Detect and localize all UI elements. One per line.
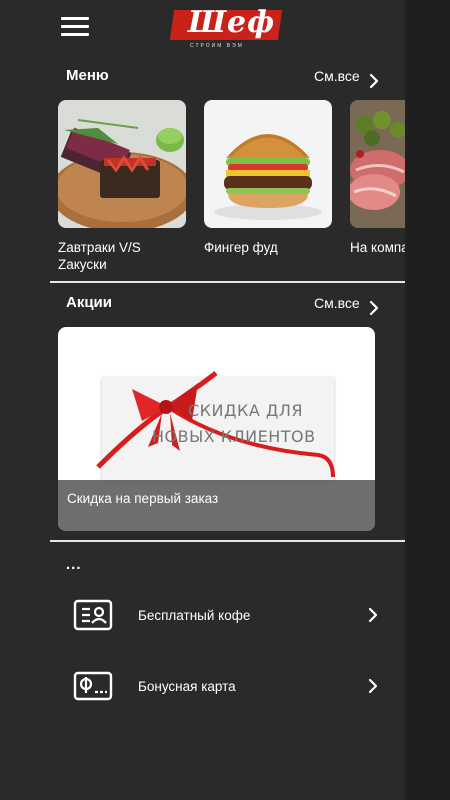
menu-card-company[interactable]: На компа [350, 100, 405, 255]
hamburger-menu-icon[interactable] [60, 14, 90, 38]
app-screen: Шеф СТРОИМ ВЭМ Меню См.все Zавтраки V/S … [0, 0, 405, 800]
promo-caption: Скидка на первый заказ [67, 491, 219, 506]
chevron-right-icon [368, 678, 378, 694]
coupon-card-icon [73, 599, 113, 631]
chevron-right-icon[interactable] [365, 299, 383, 317]
logo-text: Шеф [188, 5, 276, 40]
logo-subtitle: СТРОИМ ВЭМ [190, 43, 244, 49]
list-item-label: Бесплатный кофе [138, 608, 251, 623]
section-divider [50, 540, 405, 542]
salmon-toast-photo [58, 100, 186, 228]
extra-section-title: ... [66, 556, 82, 573]
list-item-free-coffee[interactable]: Бесплатный кофе [58, 588, 388, 644]
menu-card-label: Фингер фуд [204, 240, 278, 255]
meat-olives-photo [350, 100, 405, 228]
side-gutter [405, 0, 450, 800]
menu-category-carousel[interactable]: Zавтраки V/S Zакуски Фингер фуд На компа [58, 100, 405, 280]
bonus-card-icon [73, 671, 113, 701]
menu-card-finger-food[interactable]: Фингер фуд [204, 100, 332, 255]
chevron-right-icon[interactable] [365, 72, 383, 90]
promo-banner-line1: СКИДКА ДЛЯ [188, 401, 304, 420]
promo-see-all-link[interactable]: См.все [314, 295, 360, 311]
promo-section-title: Акции [66, 294, 113, 311]
menu-see-all-link[interactable]: См.все [314, 68, 360, 84]
menu-section-title: Меню [66, 67, 109, 84]
burger-photo [204, 100, 332, 228]
menu-card-label: На компа [350, 240, 405, 255]
logo[interactable]: Шеф СТРОИМ ВЭМ [169, 5, 283, 51]
list-item-bonus-card[interactable]: Бонусная карта [58, 659, 388, 715]
promo-banner-line2: НОВЫХ КЛИЕНТОВ [152, 427, 316, 446]
chevron-right-icon [368, 607, 378, 623]
list-item-label: Бонусная карта [138, 679, 236, 694]
menu-card-label: Zавтраки V/S Zакуски [58, 240, 141, 272]
menu-card-breakfast[interactable]: Zавтраки V/S Zакуски [58, 100, 186, 272]
promo-card[interactable]: СКИДКА ДЛЯ НОВЫХ КЛИЕНТОВ Скидка на перв… [58, 327, 375, 531]
section-divider [50, 281, 405, 283]
